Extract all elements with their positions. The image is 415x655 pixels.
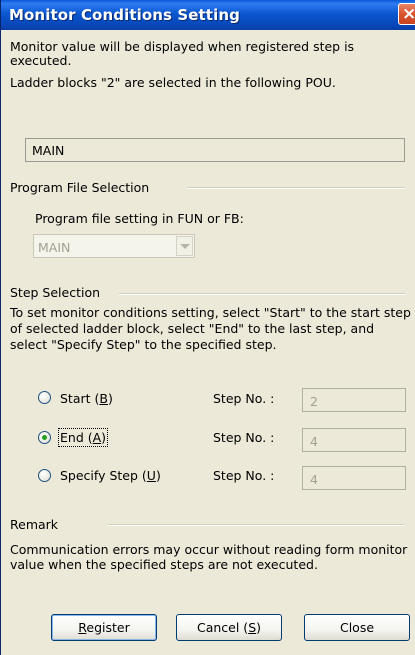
remark-group-label: Remark <box>10 517 59 532</box>
end-step-label: Step No. : <box>213 430 275 445</box>
specify-step-radio[interactable] <box>38 469 51 482</box>
step-selection-description: To set monitor conditions setting, selec… <box>10 305 411 352</box>
intro-text-2: Ladder blocks "2" are selected in the fo… <box>10 75 336 90</box>
close-button[interactable]: Close <box>304 614 410 641</box>
radio-selected-dot <box>42 435 47 440</box>
program-file-group-divider <box>187 187 405 189</box>
program-file-group-label: Program File Selection <box>10 180 150 195</box>
end-radio-label[interactable]: End (A) <box>57 428 109 447</box>
chevron-down-icon <box>180 244 190 249</box>
pou-name-field: MAIN <box>25 138 405 162</box>
program-file-setting-label: Program file setting in FUN or FB: <box>35 211 244 226</box>
intro-text-1: Monitor value will be displayed when reg… <box>10 39 355 68</box>
start-step-label: Step No. : <box>213 391 275 406</box>
remark-group-divider <box>108 524 405 526</box>
close-icon: × <box>402 4 415 24</box>
close-window-button[interactable]: × <box>398 3 415 25</box>
step-selection-group-divider <box>119 293 405 295</box>
combo-dropdown-button[interactable] <box>176 236 193 256</box>
specify-step-label: Step No. : <box>213 468 275 483</box>
specify-step-field[interactable]: 4 <box>302 466 406 490</box>
end-radio[interactable] <box>38 431 51 444</box>
pou-name-value: MAIN <box>32 143 65 158</box>
register-button[interactable]: Register <box>51 614 157 641</box>
specify-step-radio-label[interactable]: Specify Step (U) <box>60 468 161 483</box>
end-step-field: 4 <box>302 428 406 452</box>
program-file-combo[interactable]: MAIN <box>33 234 195 258</box>
remark-text: Communication errors may occur without r… <box>10 542 408 572</box>
start-step-field: 2 <box>302 388 406 412</box>
start-radio-label[interactable]: Start (B) <box>60 391 113 406</box>
end-radio-focus: End (A) <box>57 428 109 447</box>
title-bar[interactable]: Monitor Conditions Setting × <box>1 0 415 30</box>
step-selection-group-label: Step Selection <box>10 285 101 300</box>
program-file-combo-value: MAIN <box>38 240 71 255</box>
monitor-conditions-dialog: Monitor Conditions Setting × Monitor val… <box>0 0 415 655</box>
start-radio[interactable] <box>38 391 51 404</box>
window-title: Monitor Conditions Setting <box>9 6 240 24</box>
cancel-button[interactable]: Cancel (S) <box>176 614 282 641</box>
